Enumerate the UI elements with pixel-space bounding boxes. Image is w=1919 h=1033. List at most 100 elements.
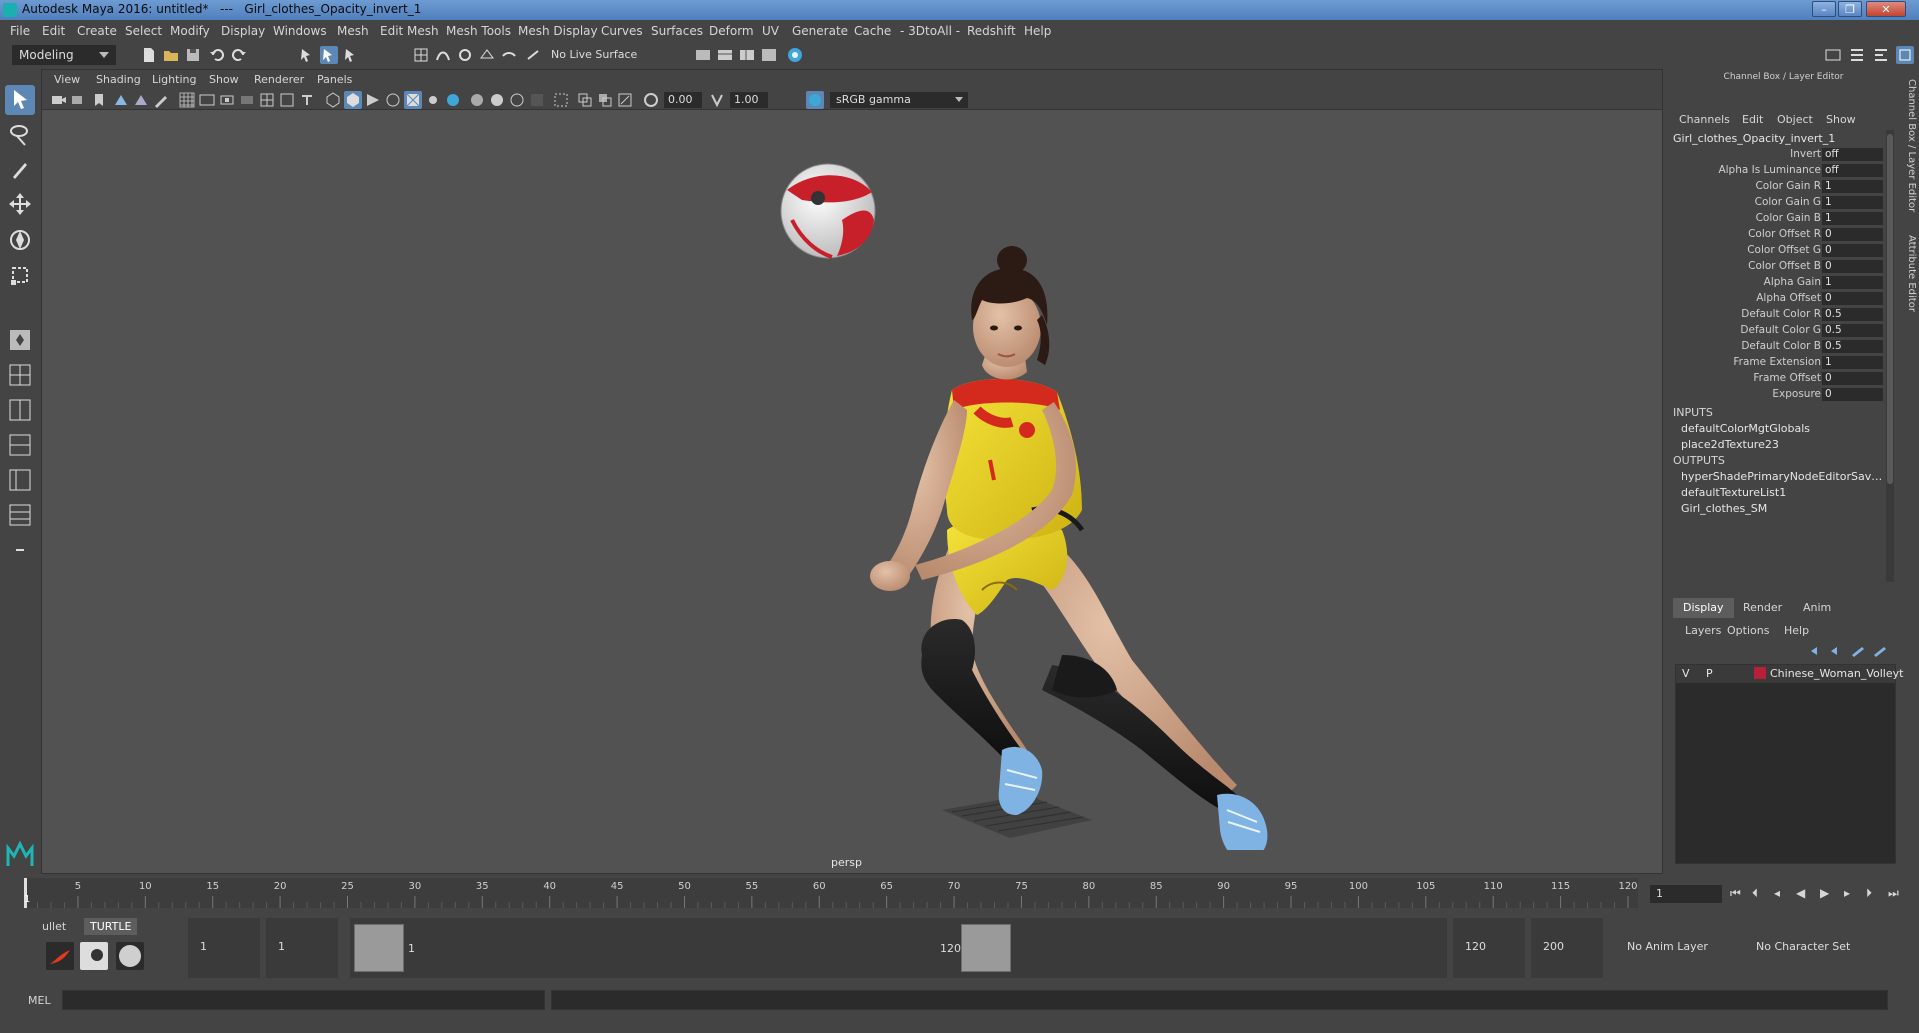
viewport-menu-lighting[interactable]: Lighting (152, 73, 196, 86)
two-d-pan-zoom-icon[interactable] (132, 91, 150, 109)
single-view-layout-icon[interactable] (5, 325, 35, 355)
menu-display[interactable]: Display (221, 24, 265, 38)
menu-set-selector[interactable]: Modeling (12, 45, 116, 65)
step-forward-frame-icon[interactable]: ▸ (1844, 886, 1850, 900)
close-button[interactable]: ✕ (1866, 1, 1906, 17)
make-live-icon[interactable] (524, 46, 542, 64)
gamma-field[interactable]: 1.00 (730, 92, 768, 108)
go-to-end-icon[interactable]: ⏭ (1888, 886, 1899, 901)
attr-row-color-gain-b[interactable]: Color Gain B1 (1671, 212, 1883, 225)
attr-row-exposure[interactable]: Exposure 0 (1671, 388, 1883, 401)
ipr-render-icon[interactable] (738, 46, 756, 64)
attr-row-alpha-offset[interactable]: Alpha Offset 0 (1671, 292, 1883, 305)
view-transform-select[interactable]: sRGB gamma (830, 92, 968, 108)
open-scene-icon[interactable] (162, 46, 180, 64)
xray-icon[interactable] (576, 91, 594, 109)
attr-row-alpha-gain[interactable]: Alpha Gain 1 (1671, 276, 1883, 289)
sphere-shelf-icon[interactable] (116, 942, 144, 970)
snap-surface-icon[interactable] (500, 46, 518, 64)
snap-point-icon[interactable] (456, 46, 474, 64)
layer-playback-toggle[interactable]: P (1706, 667, 1713, 680)
attr-row-color-offset-b[interactable]: Color Offset B0 (1671, 260, 1883, 273)
tab-anim[interactable]: Anim (1793, 598, 1841, 618)
exposure-field[interactable]: 0.00 (664, 92, 702, 108)
attr-value[interactable]: 0.5 (1822, 324, 1883, 337)
menu-generate[interactable]: Generate (792, 24, 848, 38)
depth-of-field-icon[interactable] (528, 91, 546, 109)
channel-box-scrollbar[interactable] (1886, 130, 1894, 582)
modeling-toolkit-icon[interactable] (1824, 46, 1842, 64)
shelf-tab-bullet[interactable]: ullet (36, 918, 72, 935)
attr-row-default-color-g[interactable]: Default Color G 0.5 (1671, 324, 1883, 337)
range-slider[interactable]: 1 120 (350, 918, 1447, 978)
persp-outliner-layout-icon[interactable] (5, 465, 35, 495)
attr-value[interactable]: 1 (1822, 196, 1883, 209)
hypershade-icon[interactable] (760, 46, 778, 64)
use-all-lights-icon[interactable] (424, 91, 442, 109)
screen-space-ao-icon[interactable] (468, 91, 486, 109)
viewport-menu-shading[interactable]: Shading (96, 73, 141, 86)
attr-value[interactable]: 1 (1822, 180, 1883, 193)
scrollbar-thumb[interactable] (1887, 134, 1893, 484)
grid-toggle-icon[interactable] (178, 91, 196, 109)
attr-row-color-offset-g[interactable]: Color Offset G0 (1671, 244, 1883, 257)
color-management-icon[interactable] (806, 91, 824, 109)
gamma-icon[interactable] (708, 91, 726, 109)
wireframe-icon[interactable] (324, 91, 342, 109)
layer-name[interactable]: Chinese_Woman_Volleyt (1770, 667, 1903, 680)
attr-value[interactable]: 1 (1822, 276, 1883, 289)
input-node[interactable]: place2dTexture23 (1681, 438, 1885, 451)
animation-end-field[interactable]: 200 (1531, 918, 1603, 978)
layer-color-swatch[interactable] (1754, 667, 1766, 679)
new-scene-icon[interactable] (140, 46, 158, 64)
lasso-tool-icon[interactable] (5, 120, 35, 150)
isolate-select-icon[interactable] (552, 91, 570, 109)
safe-action-icon[interactable] (278, 91, 296, 109)
volleyball[interactable] (780, 163, 876, 259)
current-frame-field[interactable]: 1 (1650, 885, 1722, 903)
grease-pencil-icon[interactable] (152, 91, 170, 109)
exposure-icon[interactable] (642, 91, 660, 109)
render-shelf-icon[interactable] (80, 942, 108, 970)
redo-icon[interactable] (230, 46, 248, 64)
new-layer-from-selected-icon[interactable] (1871, 642, 1889, 660)
menu-surfaces[interactable]: Surfaces (651, 24, 703, 38)
layer-menu-options[interactable]: Options (1727, 624, 1769, 637)
anim-layer-select[interactable]: No Anim Layer (1627, 940, 1708, 953)
tool-settings-toggle-icon[interactable] (1872, 46, 1890, 64)
attr-value[interactable]: 0 (1822, 292, 1883, 305)
playback-start-field[interactable]: 1 (266, 918, 338, 978)
attr-row-color-gain-g[interactable]: Color Gain G1 (1671, 196, 1883, 209)
select-hierarchy-icon[interactable] (298, 46, 316, 64)
attr-value[interactable]: 0.5 (1822, 308, 1883, 321)
volleyball-player-model[interactable] (870, 246, 1268, 850)
command-input[interactable] (62, 990, 545, 1010)
select-component-icon[interactable] (342, 46, 360, 64)
select-camera-icon[interactable] (50, 91, 68, 109)
menu-windows[interactable]: Windows (273, 24, 327, 38)
attr-row-frame-extension[interactable]: Frame Extension 1 (1671, 356, 1883, 369)
attr-value[interactable]: 1 (1822, 356, 1883, 369)
textured-icon[interactable] (404, 91, 422, 109)
layer-visibility-toggle[interactable]: V (1682, 667, 1690, 680)
attr-row-color-gain-r[interactable]: Color Gain R1 (1671, 180, 1883, 193)
undo-icon[interactable] (208, 46, 226, 64)
new-layer-icon[interactable] (1849, 642, 1867, 660)
layer-menu-help[interactable]: Help (1784, 624, 1809, 637)
scale-tool-icon[interactable] (5, 260, 35, 290)
xray-joints-icon[interactable] (616, 91, 634, 109)
menu-edit-mesh[interactable]: Edit Mesh (380, 24, 439, 38)
field-chart-icon[interactable] (258, 91, 276, 109)
menu-cache[interactable]: Cache (854, 24, 891, 38)
channel-box-toggle-icon[interactable] (1896, 46, 1914, 64)
attr-value[interactable]: 0 (1822, 228, 1883, 241)
live-surface-field[interactable]: No Live Surface (551, 45, 655, 63)
tab-channel-box-layer-editor[interactable]: Channel Box / Layer Editor (1899, 79, 1917, 219)
rotate-tool-icon[interactable] (5, 225, 35, 255)
move-tool-icon[interactable] (5, 190, 35, 220)
menu-edit[interactable]: Edit (42, 24, 65, 38)
film-gate-icon[interactable] (198, 91, 216, 109)
xray-active-components-icon[interactable] (596, 91, 614, 109)
move-layer-up-icon[interactable] (1807, 642, 1825, 660)
range-start-handle[interactable] (354, 924, 404, 972)
